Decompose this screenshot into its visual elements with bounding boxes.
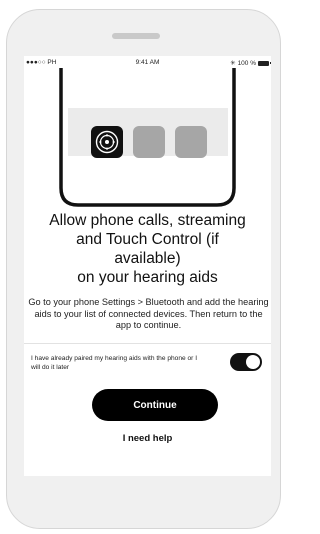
title-line: Allow phone calls, streaming — [49, 212, 246, 229]
paired-toggle-label: I have already paired my hearing aids wi… — [31, 355, 198, 371]
continue-button[interactable]: Continue — [92, 389, 218, 421]
toggle-knob — [246, 355, 260, 369]
battery-icon — [258, 60, 271, 66]
app-screen: ●●●○○ PH 9:41 AM ✳ 100 % Allow phone cal… — [24, 56, 271, 476]
paired-toggle-row: I have already paired my hearing aids wi… — [24, 349, 271, 379]
divider — [24, 343, 271, 344]
title-line: on your hearing aids — [77, 269, 218, 286]
device-mockup: ●●●○○ PH 9:41 AM ✳ 100 % Allow phone cal… — [0, 0, 281, 534]
bluetooth-icon: ✳ — [230, 60, 236, 67]
phone-illustration — [59, 68, 236, 207]
title-line: and Touch Control (if — [76, 231, 219, 248]
blank-app-icon — [133, 126, 165, 158]
status-bar: ●●●○○ PH 9:41 AM ✳ 100 % — [24, 56, 271, 68]
gear-icon — [91, 126, 123, 158]
help-link[interactable]: I need help — [24, 433, 271, 444]
blank-app-icon — [175, 126, 207, 158]
battery-percent: 100 % — [237, 59, 256, 67]
paired-toggle-switch[interactable] — [230, 353, 262, 371]
page-title: Allow phone calls, streaming and Touch C… — [24, 211, 271, 287]
title-line: available) — [114, 250, 181, 267]
status-right: ✳ 100 % — [230, 59, 271, 67]
instructions-text: Go to your phone Settings > Bluetooth an… — [28, 297, 269, 330]
speaker-grille — [112, 33, 160, 39]
